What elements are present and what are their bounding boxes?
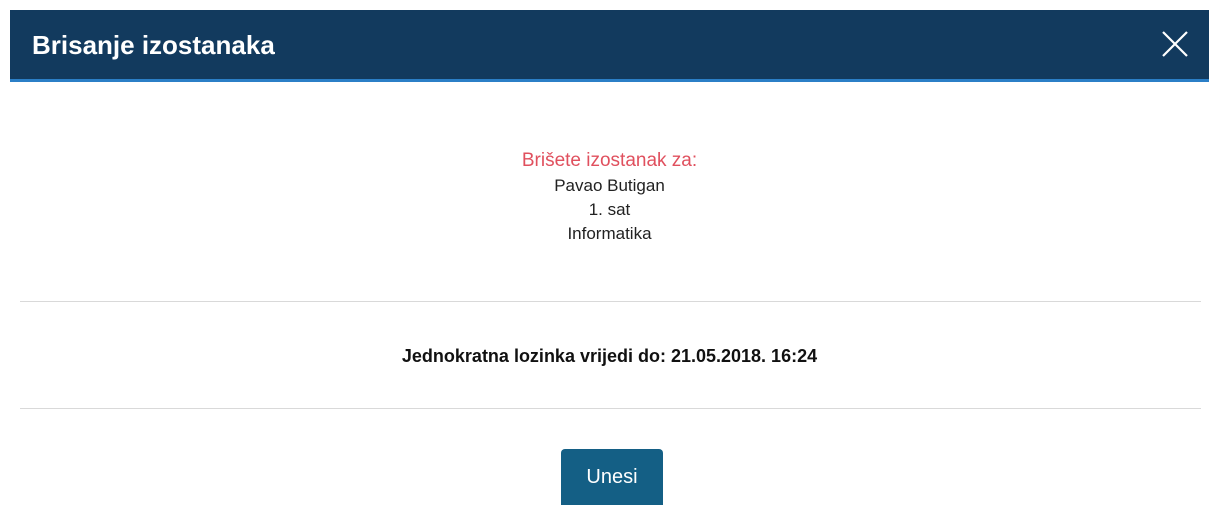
one-time-password-validity: Jednokratna lozinka vrijedi do: 21.05.20… bbox=[401, 346, 818, 366]
close-icon[interactable] bbox=[1159, 28, 1191, 60]
class-period: 1. sat bbox=[588, 200, 631, 219]
submit-button[interactable]: Unesi bbox=[561, 449, 663, 505]
dialog-header: Brisanje izostanaka bbox=[10, 10, 1209, 82]
subject-name: Informatika bbox=[567, 224, 652, 243]
dialog-title: Brisanje izostanaka bbox=[32, 30, 275, 60]
absence-info: Brišete izostanak za: Pavao Butigan 1. s… bbox=[0, 148, 1209, 246]
delete-absence-dialog: Brisanje izostanaka Brišete izostanak za… bbox=[0, 0, 1209, 505]
divider bbox=[20, 408, 1201, 409]
delete-warning-text: Brišete izostanak za: bbox=[521, 150, 698, 171]
divider bbox=[20, 301, 1201, 302]
student-name: Pavao Butigan bbox=[554, 176, 665, 195]
